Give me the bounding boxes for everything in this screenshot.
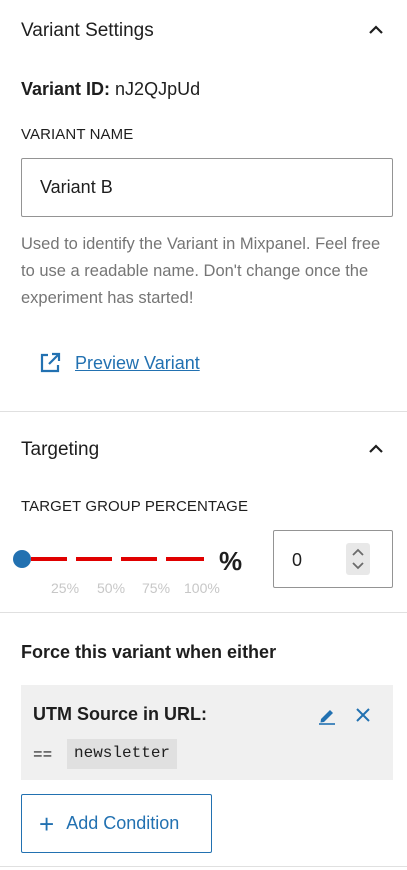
slider-track-segment xyxy=(121,557,157,561)
slider-track-segment xyxy=(76,557,112,561)
plus-icon: + xyxy=(39,808,55,839)
variant-settings-title[interactable]: Variant Settings xyxy=(21,20,154,42)
close-icon[interactable] xyxy=(354,706,372,724)
variant-id-value: nJ2QJpUd xyxy=(115,79,201,99)
percent-sign: % xyxy=(219,546,243,576)
chevron-up-icon[interactable] xyxy=(367,21,385,39)
section-divider xyxy=(0,411,407,412)
section-divider xyxy=(0,612,407,613)
variant-id: Variant ID: nJ2QJpUd xyxy=(21,79,200,100)
preview-variant-link[interactable]: Preview Variant xyxy=(38,350,200,376)
preview-variant-label[interactable]: Preview Variant xyxy=(75,353,200,374)
force-variant-title: Force this variant when either xyxy=(21,642,277,662)
spinner-up-icon[interactable] xyxy=(352,548,364,556)
target-percentage-slider[interactable] xyxy=(13,549,208,569)
add-condition-button[interactable]: + Add Condition xyxy=(21,794,212,853)
add-condition-label: Add Condition xyxy=(66,813,180,833)
slider-tick-label: 50% xyxy=(97,580,126,596)
slider-thumb[interactable] xyxy=(13,550,31,568)
target-percentage-input[interactable]: 0 xyxy=(273,530,393,588)
slider-tick-label: 75% xyxy=(142,580,171,596)
spinner-arrows-icon[interactable] xyxy=(346,543,370,575)
condition-value: newsletter xyxy=(67,739,178,769)
section-divider xyxy=(0,866,407,867)
variant-name-input[interactable] xyxy=(21,158,393,217)
external-link-icon xyxy=(40,352,61,373)
target-percentage-value[interactable]: 0 xyxy=(292,550,302,571)
slider-track-segment xyxy=(31,557,67,561)
slider-tick-label: 25% xyxy=(51,580,80,596)
chevron-up-icon[interactable] xyxy=(367,440,385,458)
variant-name-label: VARIANT NAME xyxy=(21,126,134,143)
condition-card: UTM Source in URL: == newsletter xyxy=(21,685,393,780)
slider-tick-label: 100% xyxy=(184,580,220,596)
slider-track-segment xyxy=(166,557,204,561)
spinner-down-icon[interactable] xyxy=(352,562,364,570)
condition-title: UTM Source in URL: xyxy=(33,704,207,724)
targeting-title[interactable]: Targeting xyxy=(21,439,99,461)
variant-name-help: Used to identify the Variant in Mixpanel… xyxy=(21,235,381,307)
pencil-icon[interactable] xyxy=(317,705,337,725)
variant-id-label: Variant ID: xyxy=(21,79,111,99)
condition-operator: == xyxy=(33,746,53,764)
target-percentage-label: TARGET GROUP PERCENTAGE xyxy=(21,498,249,515)
